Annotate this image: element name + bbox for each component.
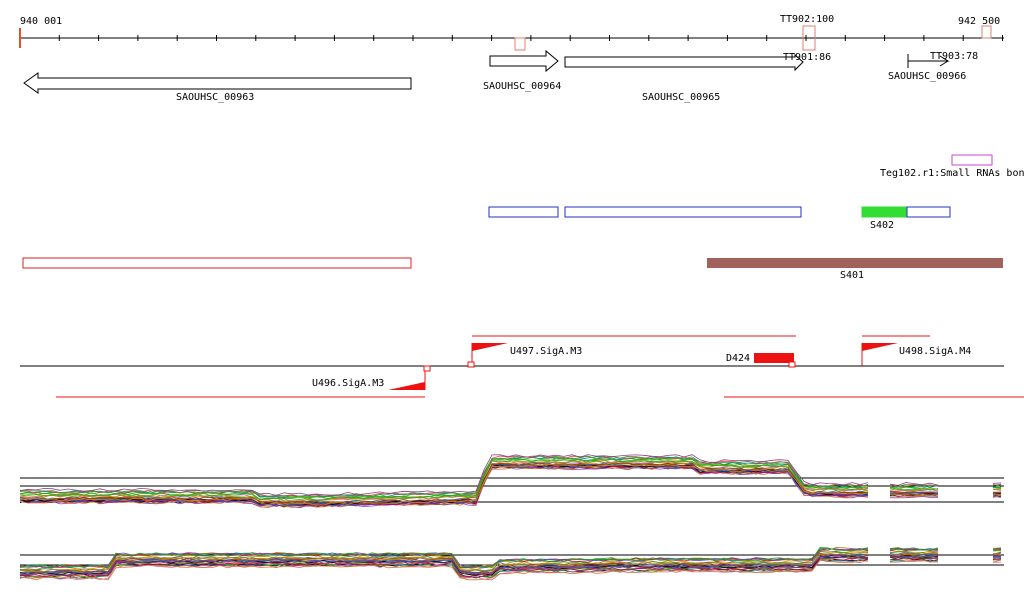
promoter-label: U497.SigA.M3 [510, 346, 582, 357]
gene-arrow[interactable]: SAOUHSC_00964 [483, 49, 561, 92]
terminator-box[interactable] [514, 37, 526, 51]
expression-panel-1 [19, 454, 1004, 509]
segment-box[interactable] [906, 206, 951, 218]
expression-line [992, 482, 1002, 484]
promoter-label: U496.SigA.M3 [312, 378, 384, 389]
segment-box[interactable] [22, 257, 412, 269]
terminator-label: TT902:100 [780, 14, 834, 25]
segment-track-2: S401 [22, 257, 1003, 281]
segment-box[interactable] [488, 206, 559, 218]
segment-s402-fill[interactable] [861, 206, 908, 218]
gene-label: SAOUHSC_00964 [483, 81, 561, 92]
segment-track: S402 [488, 206, 951, 231]
gene-label: SAOUHSC_00965 [642, 92, 720, 103]
promoter-marker[interactable]: U497.SigA.M3 [467, 343, 582, 368]
axis-start-label: 940 001 [20, 16, 62, 27]
gene-track: SAOUHSC_00963 SAOUHSC_00964 SAOUHSC_0096… [23, 49, 978, 103]
expression-line [19, 456, 869, 498]
terminator-box[interactable] [981, 25, 992, 39]
small-rna-box[interactable] [951, 154, 993, 166]
promoter-marker[interactable]: U498.SigA.M4 [861, 343, 971, 366]
promoter-marker[interactable]: U496.SigA.M3 [312, 365, 431, 390]
gene-arrow[interactable]: SAOUHSC_00965 [564, 53, 804, 103]
segment-box[interactable] [564, 206, 802, 218]
expression-line [19, 454, 869, 496]
segment-label: S401 [840, 270, 864, 281]
coordinate-axis: 940 001 942 500 TT902:100 [19, 14, 1004, 48]
segment-label: S402 [870, 220, 894, 231]
gene-arrow[interactable]: SAOUHSC_00963 [23, 72, 412, 103]
expression-lines [19, 547, 1002, 581]
promoter-track: U497.SigA.M3 U496.SigA.M3 U498.SigA.M4 D… [20, 335, 1024, 398]
small-rna-track: Teg102.r1:Small RNAs bon [880, 154, 1024, 179]
terminator-label: TT901:86 [783, 52, 831, 63]
segment-s401[interactable] [707, 258, 1003, 268]
promoter-label: D424 [726, 353, 750, 364]
genome-browser-view: 940 001 942 500 TT902:100 SAOUHSC_00963 … [19, 14, 1024, 581]
gene-label: SAOUHSC_00963 [176, 92, 254, 103]
small-rna-label: Teg102.r1:Small RNAs bon [880, 168, 1024, 179]
terminator-label: TT903:78 [930, 51, 978, 62]
gene-label: SAOUHSC_00966 [888, 71, 966, 82]
promoter-marker[interactable]: D424 [726, 353, 796, 368]
expression-lines [19, 454, 1002, 509]
axis-end-label: 942 500 [958, 16, 1000, 27]
expression-panel-2 [19, 547, 1004, 581]
axis-start-marker [19, 28, 21, 48]
promoter-label: U498.SigA.M4 [899, 346, 971, 357]
